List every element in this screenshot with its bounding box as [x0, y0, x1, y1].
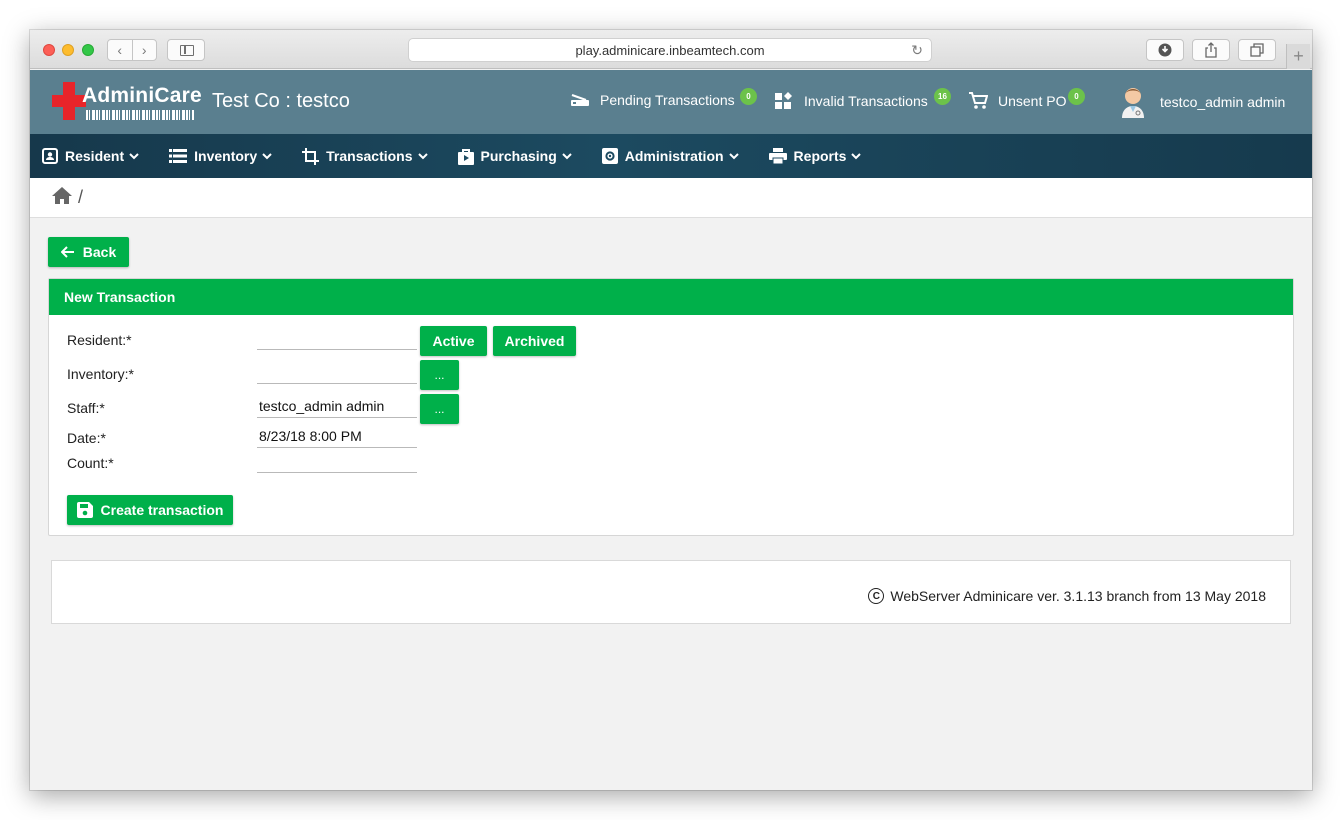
archived-button[interactable]: Archived [493, 326, 576, 356]
crop-icon [302, 147, 320, 165]
forward-nav-icon[interactable]: › [131, 40, 157, 60]
tabs-overview-button[interactable] [1238, 39, 1276, 61]
main-nav: Resident Inventory Transactions Purchasi… [30, 134, 1312, 178]
user-menu[interactable]: testco_admin admin [1120, 86, 1285, 118]
scanner-icon [570, 92, 590, 108]
doctor-avatar-icon [1120, 86, 1146, 118]
new-transaction-card: New Transaction Resident:* Active Archiv… [48, 278, 1294, 536]
minimize-window-button[interactable] [62, 44, 74, 56]
back-label: Back [82, 244, 117, 260]
home-icon[interactable] [52, 186, 72, 209]
inventory-field[interactable] [257, 362, 417, 384]
browser-window: ‹ › play.adminicare.inbeamtech.com ↻ + A… [30, 30, 1312, 790]
breadcrumb-separator: / [78, 187, 84, 207]
chevron-down-icon [851, 152, 862, 160]
pending-transactions-link[interactable]: Pending Transactions 0 [570, 88, 757, 108]
history-buttons: ‹ › [107, 39, 157, 61]
chevron-down-icon [728, 152, 739, 160]
company-title: Test Co : testco [212, 90, 350, 112]
footer-version-text: WebServer Adminicare ver. 3.1.13 branch … [890, 588, 1266, 604]
count-label: Count:* [67, 455, 114, 471]
copyright-icon: C [868, 588, 885, 604]
unsent-po-label: Unsent PO [998, 93, 1067, 109]
close-window-button[interactable] [43, 44, 55, 56]
unsent-po-link[interactable]: Unsent PO 0 [968, 88, 1085, 110]
pending-transactions-label: Pending Transactions [600, 92, 735, 108]
nav-purchasing-label: Purchasing [480, 148, 557, 164]
nav-reports-label: Reports [793, 148, 847, 164]
back-button[interactable]: Back [48, 237, 129, 267]
save-icon [76, 502, 93, 518]
tabs-icon [1250, 43, 1264, 57]
address-bar[interactable]: play.adminicare.inbeamtech.com ↻ [408, 38, 932, 62]
chevron-down-icon [562, 152, 572, 160]
inventory-picker-button[interactable]: ... [420, 360, 459, 390]
logo-text: AdminiCare [82, 84, 202, 107]
staff-picker-button[interactable]: ... [420, 394, 459, 424]
footer-version: C WebServer Adminicare ver. 3.1.13 branc… [868, 588, 1266, 604]
nav-resident[interactable]: Resident [42, 148, 139, 164]
sidebar-icon [180, 45, 194, 56]
browser-toolbar: ‹ › play.adminicare.inbeamtech.com ↻ + [30, 30, 1312, 69]
nav-transactions-label: Transactions [326, 148, 413, 164]
nav-inventory[interactable]: Inventory [169, 148, 272, 164]
nav-purchasing[interactable]: Purchasing [457, 148, 572, 165]
date-field[interactable]: 8/23/18 8:00 PM [257, 426, 417, 448]
settings-box-icon [601, 148, 618, 164]
shopping-bag-icon [457, 148, 474, 165]
app-header: AdminiCare Test Co : testco Pending Tran… [30, 70, 1312, 134]
back-nav-icon[interactable]: ‹ [108, 40, 132, 60]
sidebar-toggle-button[interactable] [167, 39, 205, 61]
nav-transactions[interactable]: Transactions [302, 147, 428, 165]
red-cross-icon [52, 82, 86, 120]
chevron-down-icon [417, 152, 428, 160]
url-text: play.adminicare.inbeamtech.com [575, 42, 765, 58]
new-tab-button[interactable]: + [1286, 44, 1310, 69]
download-icon [1158, 43, 1172, 57]
adminicare-logo[interactable]: AdminiCare [52, 80, 202, 124]
share-icon [1205, 42, 1217, 58]
create-transaction-button[interactable]: Create transaction [67, 495, 233, 525]
nav-reports[interactable]: Reports [768, 148, 862, 164]
count-field[interactable] [257, 451, 417, 473]
footer: C WebServer Adminicare ver. 3.1.13 branc… [51, 560, 1291, 624]
widgets-icon [774, 92, 794, 110]
cart-icon [968, 92, 988, 110]
staff-label: Staff:* [67, 400, 105, 416]
create-transaction-label: Create transaction [100, 502, 224, 518]
printer-icon [768, 148, 787, 164]
unsent-count-badge: 0 [1068, 88, 1085, 105]
list-icon [169, 149, 188, 163]
resident-field[interactable] [257, 328, 417, 350]
invalid-transactions-label: Invalid Transactions [804, 93, 928, 109]
arrow-left-icon [60, 246, 75, 258]
downloads-button[interactable] [1146, 39, 1184, 61]
invalid-count-badge: 16 [934, 88, 951, 105]
contact-card-icon [42, 148, 58, 164]
invalid-transactions-link[interactable]: Invalid Transactions 16 [774, 88, 951, 110]
user-name: testco_admin admin [1160, 94, 1286, 110]
resident-label: Resident:* [67, 332, 132, 348]
nav-administration[interactable]: Administration [601, 148, 739, 164]
nav-inventory-label: Inventory [194, 148, 258, 164]
barcode-graphic [86, 110, 194, 120]
staff-field[interactable]: testco_admin admin [257, 396, 417, 418]
nav-administration-label: Administration [624, 148, 724, 164]
pending-count-badge: 0 [740, 88, 757, 105]
card-title: New Transaction [49, 279, 1293, 315]
breadcrumb: / [30, 178, 1312, 218]
date-label: Date:* [67, 430, 106, 446]
zoom-window-button[interactable] [82, 44, 94, 56]
inventory-label: Inventory:* [67, 366, 134, 382]
active-button[interactable]: Active [420, 326, 487, 356]
chevron-down-icon [129, 152, 139, 160]
reload-icon[interactable]: ↻ [911, 42, 923, 59]
chevron-down-icon [262, 152, 272, 160]
share-button[interactable] [1192, 39, 1230, 61]
nav-resident-label: Resident [65, 148, 125, 164]
